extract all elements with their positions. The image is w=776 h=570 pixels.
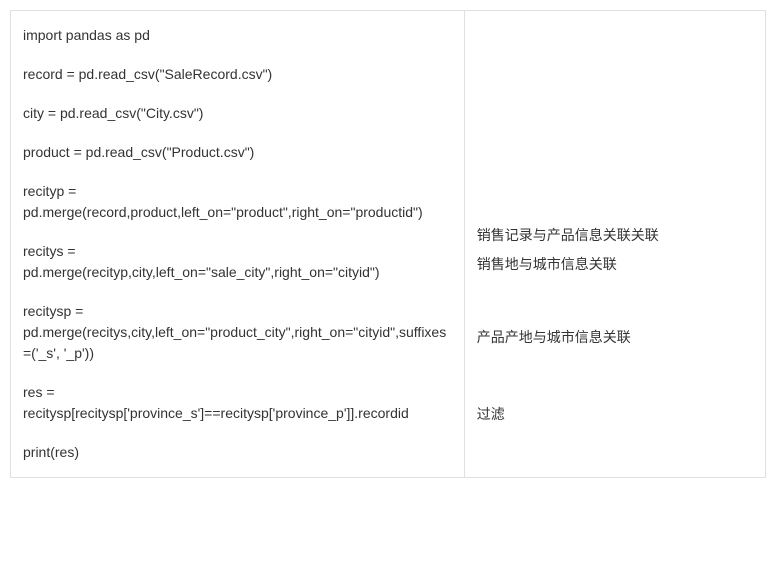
comment-spacer — [477, 348, 753, 404]
code-column: import pandas as pd record = pd.read_csv… — [11, 11, 465, 477]
code-line: recitys = — [23, 241, 452, 262]
comment-column: 销售记录与产品信息关联关联 销售地与城市信息关联 产品产地与城市信息关联 过滤 — [465, 11, 765, 477]
blank-line — [23, 424, 452, 442]
comment-spacer — [477, 246, 753, 254]
code-line: recityp = — [23, 181, 452, 202]
comment-line: 销售地与城市信息关联 — [477, 254, 753, 275]
code-line: import pandas as pd — [23, 25, 452, 46]
code-line: product = pd.read_csv("Product.csv") — [23, 142, 452, 163]
code-line: pd.merge(recitys,city,left_on="product_c… — [23, 322, 452, 364]
comment-line: 销售记录与产品信息关联关联 — [477, 225, 753, 246]
code-line: recitysp[recitysp['province_s']==recitys… — [23, 403, 452, 424]
code-line: recitysp = — [23, 301, 452, 322]
blank-line — [23, 223, 452, 241]
comment-line: 过滤 — [477, 404, 753, 425]
blank-line — [23, 46, 452, 64]
code-block: import pandas as pd record = pd.read_csv… — [23, 25, 452, 463]
code-line: pd.merge(recityp,city,left_on="sale_city… — [23, 262, 452, 283]
blank-line — [23, 85, 452, 103]
comment-spacer — [477, 275, 753, 327]
blank-line — [23, 163, 452, 181]
comment-line: 产品产地与城市信息关联 — [477, 327, 753, 348]
blank-line — [23, 364, 452, 382]
blank-line — [23, 124, 452, 142]
code-line: city = pd.read_csv("City.csv") — [23, 103, 452, 124]
two-column-table: import pandas as pd record = pd.read_csv… — [10, 10, 766, 478]
blank-line — [23, 283, 452, 301]
comment-block: 销售记录与产品信息关联关联 销售地与城市信息关联 产品产地与城市信息关联 过滤 — [477, 25, 753, 425]
code-line: pd.merge(record,product,left_on="product… — [23, 202, 452, 223]
comment-spacer — [477, 25, 753, 225]
code-line: print(res) — [23, 442, 452, 463]
code-line: record = pd.read_csv("SaleRecord.csv") — [23, 64, 452, 85]
code-line: res = — [23, 382, 452, 403]
